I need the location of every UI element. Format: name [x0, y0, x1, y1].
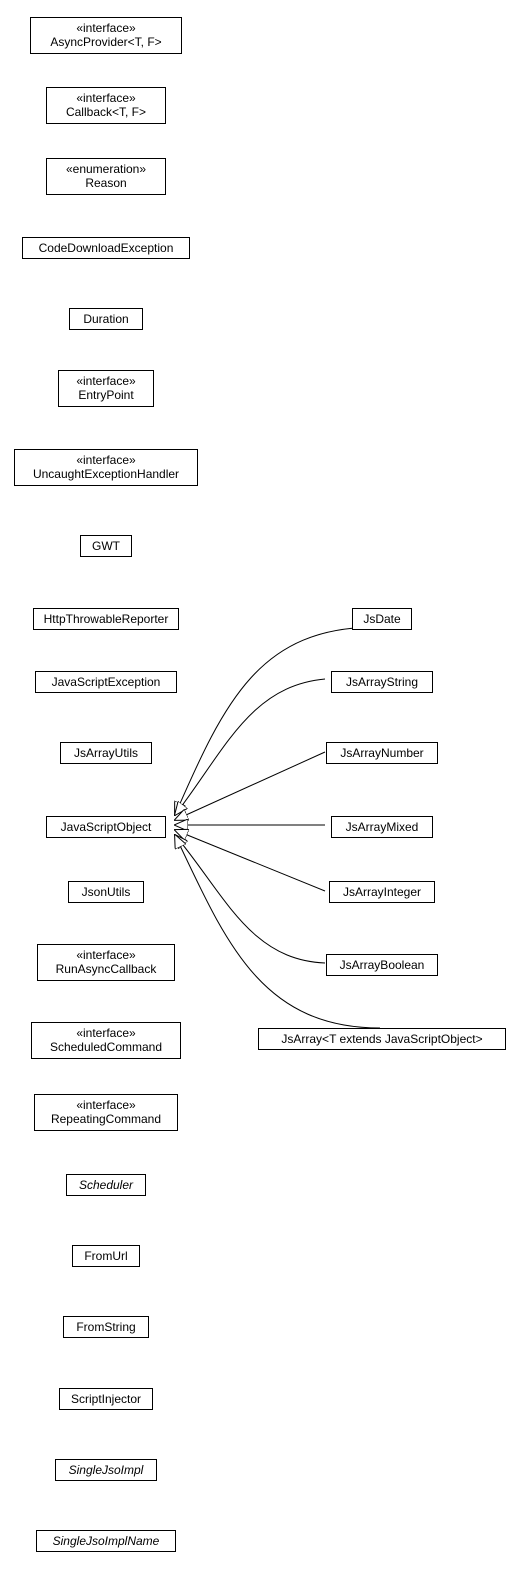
class-name: EntryPoint	[65, 388, 147, 402]
node-javascript-object: JavaScriptObject	[46, 816, 166, 838]
node-json-utils: JsonUtils	[68, 881, 144, 903]
class-name: JsArray<T extends JavaScriptObject>	[265, 1032, 499, 1046]
node-from-url: FromUrl	[72, 1245, 140, 1267]
class-name: ScriptInjector	[66, 1392, 146, 1406]
class-name: JavaScriptObject	[53, 820, 159, 834]
class-name: Reason	[53, 176, 159, 190]
node-gwt: GWT	[80, 535, 132, 557]
class-name: JsArrayBoolean	[333, 958, 431, 972]
node-js-array-string: JsArrayString	[331, 671, 433, 693]
stereotype: «enumeration»	[53, 162, 159, 176]
class-name: JsDate	[359, 612, 405, 626]
node-entry-point: «interface» EntryPoint	[58, 370, 154, 407]
class-name: JsArrayMixed	[338, 820, 426, 834]
class-name: Callback<T, F>	[53, 105, 159, 119]
stereotype: «interface»	[37, 21, 175, 35]
class-name: Duration	[76, 312, 136, 326]
class-name: UncaughtExceptionHandler	[21, 467, 191, 481]
stereotype: «interface»	[21, 453, 191, 467]
node-js-array-utils: JsArrayUtils	[60, 742, 152, 764]
class-name: GWT	[87, 539, 125, 553]
stereotype: «interface»	[41, 1098, 171, 1112]
class-name: Scheduler	[73, 1178, 139, 1192]
class-name: SingleJsoImplName	[43, 1534, 169, 1548]
class-name: RepeatingCommand	[41, 1112, 171, 1126]
class-name: CodeDownloadException	[29, 241, 183, 255]
node-repeating-command: «interface» RepeatingCommand	[34, 1094, 178, 1131]
stereotype: «interface»	[65, 374, 147, 388]
node-js-array-integer: JsArrayInteger	[329, 881, 435, 903]
edge-jsarray	[175, 835, 380, 1028]
class-name: ScheduledCommand	[38, 1040, 174, 1054]
edge-jsarrayboolean	[175, 835, 325, 963]
node-scheduled-command: «interface» ScheduledCommand	[31, 1022, 181, 1059]
node-js-date: JsDate	[352, 608, 412, 630]
stereotype: «interface»	[53, 91, 159, 105]
stereotype: «interface»	[38, 1026, 174, 1040]
class-name: JsonUtils	[75, 885, 137, 899]
class-name: JsArrayNumber	[333, 746, 431, 760]
node-js-array: JsArray<T extends JavaScriptObject>	[258, 1028, 506, 1050]
stereotype: «interface»	[44, 948, 168, 962]
class-name: FromUrl	[79, 1249, 133, 1263]
node-duration: Duration	[69, 308, 143, 330]
class-name: JsArrayString	[338, 675, 426, 689]
class-name: FromString	[70, 1320, 142, 1334]
class-name: RunAsyncCallback	[44, 962, 168, 976]
node-http-throwable-reporter: HttpThrowableReporter	[33, 608, 179, 630]
node-js-array-number: JsArrayNumber	[326, 742, 438, 764]
node-js-array-boolean: JsArrayBoolean	[326, 954, 438, 976]
node-async-provider: «interface» AsyncProvider<T, F>	[30, 17, 182, 54]
class-name: JsArrayInteger	[336, 885, 428, 899]
class-name: JavaScriptException	[42, 675, 170, 689]
node-script-injector: ScriptInjector	[59, 1388, 153, 1410]
edge-jsarraynumber	[175, 752, 325, 820]
node-single-jso-impl-name: SingleJsoImplName	[36, 1530, 176, 1552]
edge-jsdate	[175, 627, 377, 815]
class-name: SingleJsoImpl	[62, 1463, 150, 1477]
class-name: AsyncProvider<T, F>	[37, 35, 175, 49]
node-code-download-exception: CodeDownloadException	[22, 237, 190, 259]
node-uncaught-exception-handler: «interface» UncaughtExceptionHandler	[14, 449, 198, 486]
node-from-string: FromString	[63, 1316, 149, 1338]
node-javascript-exception: JavaScriptException	[35, 671, 177, 693]
node-callback: «interface» Callback<T, F>	[46, 87, 166, 124]
edge-jsarraystring	[175, 679, 325, 815]
node-single-jso-impl: SingleJsoImpl	[55, 1459, 157, 1481]
node-js-array-mixed: JsArrayMixed	[331, 816, 433, 838]
node-run-async-callback: «interface» RunAsyncCallback	[37, 944, 175, 981]
class-name: HttpThrowableReporter	[40, 612, 172, 626]
node-scheduler: Scheduler	[66, 1174, 146, 1196]
node-reason: «enumeration» Reason	[46, 158, 166, 195]
class-name: JsArrayUtils	[67, 746, 145, 760]
